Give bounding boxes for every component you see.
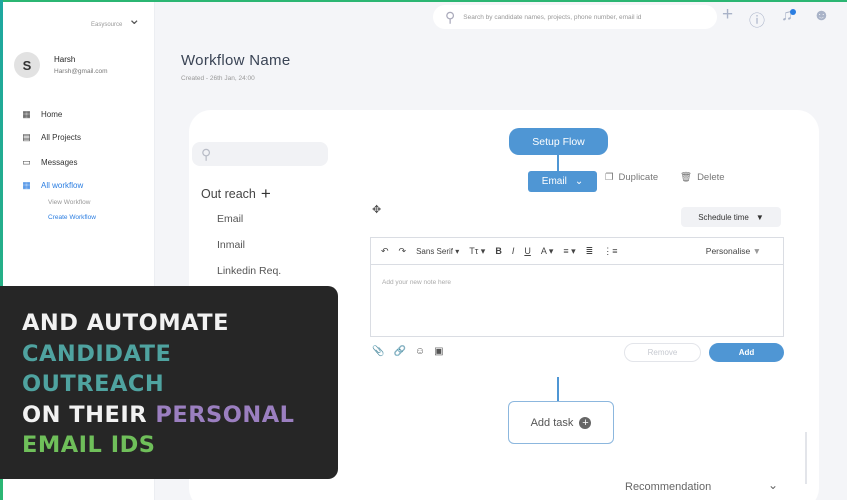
- emoji-icon[interactable]: ☺: [415, 346, 425, 357]
- caption-line-4: ON THEIR PERSONAL: [22, 400, 338, 431]
- schedule-time-dropdown[interactable]: Schedule time ▼: [681, 207, 781, 227]
- user-email: Harsh@gmail.com: [54, 68, 108, 75]
- italic-icon[interactable]: I: [512, 246, 515, 256]
- notification-dot: [790, 9, 796, 15]
- sidebar-item-label: All workflow: [41, 181, 84, 190]
- caption-line-5: EMAIL IDS: [22, 432, 156, 458]
- align-icon[interactable]: ≡ ▾: [563, 246, 575, 257]
- flow-connector: [557, 377, 559, 401]
- caption-line-3: OUTREACH: [22, 371, 165, 397]
- recommendation-header[interactable]: Recommendation: [625, 481, 711, 493]
- sidebar-item-label: All Projects: [41, 133, 82, 142]
- user-name: Harsh: [54, 55, 76, 64]
- outreach-item-inmail[interactable]: Inmail: [217, 239, 245, 251]
- copy-icon: ❐: [605, 172, 614, 183]
- link-icon[interactable]: 🔗: [393, 346, 405, 357]
- bold-icon[interactable]: B: [495, 246, 502, 256]
- outreach-section-header[interactable]: Out reach +: [201, 185, 271, 202]
- setup-flow-label: Setup Flow: [532, 135, 585, 148]
- remove-button[interactable]: Remove: [624, 343, 701, 362]
- caption-line-2: CANDIDATE: [22, 340, 172, 367]
- caption-line-4b: PERSONAL: [155, 401, 295, 428]
- delete-label: Delete: [697, 172, 725, 183]
- caption-line-1: AND AUTOMATE: [22, 310, 229, 336]
- schedule-label: Schedule time: [698, 212, 749, 222]
- personalise-dropdown[interactable]: Personalise ▼: [706, 246, 761, 256]
- font-select-label: Sans Serif: [416, 246, 453, 256]
- created-timestamp: Created - 26th Jan, 24:00: [181, 75, 255, 82]
- section-title: Out reach: [201, 187, 256, 201]
- image-icon[interactable]: ▣: [434, 346, 443, 357]
- note-editor[interactable]: ↶ ↷ Sans Serif ▾ Tτ ▾ B I U A ▾ ≡ ▾ ≣ ⋮≡…: [370, 237, 784, 337]
- note-placeholder: Add your new note here: [382, 279, 452, 286]
- scrollbar[interactable]: [805, 432, 807, 484]
- add-task-button[interactable]: Add task +: [508, 401, 614, 444]
- add-icon[interactable]: +: [261, 185, 271, 202]
- search-placeholder: Search by candidate names, projects, pho…: [463, 13, 642, 21]
- delete-button[interactable]: 🗑 Delete: [680, 172, 725, 183]
- text-size-icon[interactable]: Tτ ▾: [469, 246, 485, 257]
- attachment-toolbar: 📎 🔗 ☺ ▣: [372, 346, 444, 357]
- user-icon[interactable]: ☻: [813, 7, 830, 25]
- sidebar-item-label: Messages: [41, 158, 78, 167]
- search-icon: ⚲: [445, 8, 456, 25]
- move-icon[interactable]: ✥: [372, 203, 381, 216]
- personalise-label: Personalise: [705, 246, 751, 256]
- page-title: Workflow Name: [181, 52, 291, 69]
- editor-toolbar: ↶ ↷ Sans Serif ▾ Tτ ▾ B I U A ▾ ≡ ▾ ≣ ⋮≡…: [371, 238, 783, 265]
- sidebar-subitem-view-workflow[interactable]: View Workflow: [48, 199, 90, 206]
- sidebar-item-all-projects[interactable]: ▤ All Projects: [21, 132, 81, 143]
- plus-icon[interactable]: +: [722, 4, 733, 26]
- grid-icon: ▦: [22, 109, 31, 119]
- sidebar-item-home[interactable]: ▦ Home: [21, 109, 62, 120]
- bullet-list-icon[interactable]: ⋮≡: [603, 246, 617, 257]
- add-task-label: Add task: [530, 416, 574, 429]
- remove-label: Remove: [647, 348, 678, 357]
- duplicate-label: Duplicate: [618, 172, 659, 183]
- caret-down-icon: ▼: [755, 212, 764, 222]
- chevron-down-icon[interactable]: ⌄: [128, 10, 141, 28]
- email-step-label: Email: [541, 176, 567, 187]
- outreach-item-linkedin[interactable]: Linkedin Req.: [217, 265, 281, 277]
- panel-search-input[interactable]: ⚲: [192, 142, 328, 166]
- grid-icon: ▦: [22, 180, 31, 190]
- chevron-down-icon[interactable]: ⌄: [768, 478, 778, 492]
- search-icon: ⚲: [201, 145, 212, 162]
- plus-circle-icon: +: [579, 416, 592, 429]
- global-search-input[interactable]: ⚲ Search by candidate names, projects, p…: [433, 5, 717, 29]
- text-color-icon[interactable]: A ▾: [541, 246, 554, 257]
- underline-icon[interactable]: U: [524, 246, 531, 256]
- ordered-list-icon[interactable]: ≣: [586, 246, 594, 257]
- add-label: Add: [738, 348, 755, 357]
- font-select[interactable]: Sans Serif ▾: [416, 247, 459, 256]
- sidebar-item-label: Home: [41, 110, 63, 119]
- outreach-item-email[interactable]: Email: [217, 213, 243, 225]
- setup-flow-node[interactable]: Setup Flow: [509, 128, 608, 155]
- duplicate-button[interactable]: ❐ Duplicate: [605, 172, 658, 183]
- promo-caption: AND AUTOMATE CANDIDATE OUTREACH ON THEIR…: [0, 286, 338, 479]
- help-icon[interactable]: ⓘ: [749, 7, 765, 31]
- email-step-dropdown[interactable]: Email ⌄: [528, 171, 597, 192]
- undo-icon[interactable]: ↶: [381, 246, 389, 257]
- paperclip-icon[interactable]: 📎: [372, 346, 384, 357]
- avatar[interactable]: S: [14, 52, 40, 78]
- chevron-down-icon: ⌄: [574, 176, 584, 187]
- caption-line-4a: ON THEIR: [22, 401, 156, 428]
- redo-icon[interactable]: ↷: [399, 246, 407, 257]
- list-icon: ▤: [22, 132, 31, 142]
- add-button[interactable]: Add: [709, 343, 784, 362]
- flow-connector: [557, 155, 559, 171]
- sidebar-item-all-workflow[interactable]: ▦ All workflow: [21, 180, 83, 191]
- brand-label: Easysource: [91, 22, 123, 28]
- sidebar-item-messages[interactable]: ▭ Messages: [21, 157, 77, 168]
- monitor-icon: ▭: [22, 157, 31, 167]
- sidebar-subitem-create-workflow[interactable]: Create Workflow: [48, 214, 96, 221]
- trash-icon: 🗑: [680, 172, 693, 183]
